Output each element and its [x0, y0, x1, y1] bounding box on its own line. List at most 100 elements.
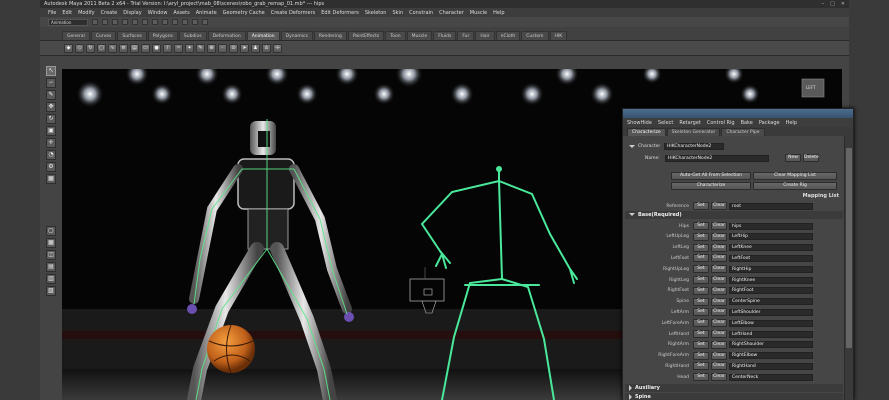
- last-tool-icon[interactable]: ▦: [46, 174, 56, 184]
- cc-menu-package[interactable]: Package: [759, 120, 780, 126]
- rotate-tool-icon[interactable]: ↻: [46, 114, 56, 124]
- mapping-set-button[interactable]: Set: [693, 319, 709, 328]
- shelf-tab-subdivs[interactable]: Subdivs: [178, 31, 207, 40]
- mapping-value-field[interactable]: LeftHand: [729, 330, 813, 338]
- point-constraint-icon[interactable]: ·: [218, 43, 227, 53]
- shelf-tab-painteffects[interactable]: PaintEffects: [347, 31, 385, 40]
- mapping-clear-button[interactable]: Clear: [711, 351, 727, 360]
- graph-layout-icon[interactable]: ▥: [46, 274, 56, 284]
- mapping-set-button[interactable]: Set: [693, 232, 709, 241]
- mapping-set-button[interactable]: Set: [693, 254, 709, 263]
- mapping-value-field[interactable]: LeftKnee: [729, 244, 813, 252]
- tab-skeleton-generator[interactable]: Skeleton Generator: [666, 128, 721, 136]
- create-clip-icon[interactable]: ▭: [141, 43, 150, 53]
- scrollbar-thumb[interactable]: [846, 148, 852, 348]
- orient-constraint-icon[interactable]: ⊙: [229, 43, 238, 53]
- open-scene-icon[interactable]: [102, 19, 108, 25]
- shelf-tab-polygons[interactable]: Polygons: [147, 31, 178, 40]
- menu-geometry-cache[interactable]: Geometry Cache: [223, 10, 265, 16]
- mapping-value-field[interactable]: CenterNeck: [729, 373, 813, 381]
- paint-select-tool-icon[interactable]: ✎: [46, 90, 56, 100]
- cc-menu-bake[interactable]: Bake: [741, 120, 753, 126]
- shelf-tab-surfaces[interactable]: Surfaces: [117, 31, 147, 40]
- menu-create[interactable]: Create: [101, 10, 118, 16]
- delete-button[interactable]: Delete: [803, 154, 819, 162]
- menu-window[interactable]: Window: [148, 10, 168, 16]
- save-scene-icon[interactable]: [112, 19, 118, 25]
- ik-spline-icon[interactable]: ~: [174, 43, 183, 53]
- mapping-value-field[interactable]: LeftHip: [729, 233, 813, 241]
- key-translate-icon[interactable]: ◇: [75, 43, 84, 53]
- menu-skeleton[interactable]: Skeleton: [365, 10, 387, 16]
- single-pane-layout-icon[interactable]: ▢: [46, 226, 56, 236]
- mapping-set-button[interactable]: Set: [693, 362, 709, 371]
- clear-mapping-list-button[interactable]: Clear Mapping List: [753, 172, 837, 180]
- menu-edit-deformers[interactable]: Edit Deformers: [321, 10, 359, 16]
- parent-constraint-icon[interactable]: ⊕: [207, 43, 216, 53]
- mapping-value-field[interactable]: RightHip: [729, 265, 813, 273]
- outliner-layout-icon[interactable]: ▤: [46, 262, 56, 272]
- snap-point-icon[interactable]: [172, 19, 178, 25]
- shelf-tab-general[interactable]: General: [62, 31, 90, 40]
- paint-weights-icon[interactable]: ✎: [196, 43, 205, 53]
- mapping-clear-button[interactable]: Clear: [711, 286, 727, 295]
- characterize-button[interactable]: Characterize: [671, 182, 751, 190]
- mapping-clear-button[interactable]: Clear: [711, 265, 727, 274]
- menu-edit[interactable]: Edit: [62, 10, 72, 16]
- lasso-tool-icon[interactable]: ∽: [46, 78, 56, 88]
- skeleton-generator-icon[interactable]: ☩: [273, 43, 282, 53]
- mapping-clear-button[interactable]: Clear: [711, 243, 727, 252]
- joint-tool-icon[interactable]: ●: [152, 43, 161, 53]
- menu-assets[interactable]: Assets: [173, 10, 189, 16]
- mapping-set-button[interactable]: Set: [693, 308, 709, 317]
- shelf-tab-fur[interactable]: Fur: [457, 31, 475, 40]
- cc-menu-select[interactable]: Select: [658, 120, 673, 126]
- mapping-value-field[interactable]: RightHand: [729, 362, 813, 370]
- snap-curve-icon[interactable]: [162, 19, 168, 25]
- new-button[interactable]: New: [785, 154, 801, 162]
- select-component-icon[interactable]: [142, 19, 148, 25]
- mapping-set-button[interactable]: Set: [693, 265, 709, 274]
- auto-get-all-button[interactable]: Auto-Get All From Selection: [671, 172, 751, 180]
- mapping-clear-button[interactable]: Clear: [711, 330, 727, 338]
- trax-editor-icon[interactable]: ▤: [130, 43, 139, 53]
- mapping-clear-button[interactable]: Clear: [711, 373, 727, 382]
- view-cube-label[interactable]: LEFT: [806, 85, 815, 90]
- menu-skin[interactable]: Skin: [392, 10, 403, 16]
- hik-icon[interactable]: ♟: [251, 43, 260, 53]
- shelf-tab-rendering[interactable]: Rendering: [313, 31, 347, 40]
- two-pane-layout-icon[interactable]: ◫: [46, 250, 56, 260]
- shelf-tab-muscle[interactable]: Muscle: [406, 31, 433, 40]
- mapping-value-field[interactable]: CenterSpine: [729, 298, 813, 306]
- aim-constraint-icon[interactable]: ➤: [240, 43, 249, 53]
- section-base-required[interactable]: Base(Required): [625, 211, 843, 219]
- shelf-tab-dynamics[interactable]: Dynamics: [280, 31, 313, 40]
- menu-modify[interactable]: Modify: [78, 10, 95, 16]
- ipr-render-icon[interactable]: [192, 19, 198, 25]
- mapping-set-button[interactable]: Set: [693, 222, 709, 230]
- cc-menu-help[interactable]: Help: [786, 120, 797, 126]
- tab-character-pipe[interactable]: Character Pipe: [721, 128, 765, 136]
- cc-menu-retarget[interactable]: Retarget: [679, 120, 701, 126]
- reference-set-button[interactable]: Set: [693, 202, 709, 210]
- mapping-value-field[interactable]: LeftShoulder: [729, 308, 813, 316]
- mapping-clear-button[interactable]: Clear: [711, 222, 727, 230]
- mapping-set-button[interactable]: Set: [693, 373, 709, 382]
- menu-set-selector[interactable]: Animation: [48, 18, 88, 26]
- mapping-value-field[interactable]: RightShoulder: [729, 341, 813, 349]
- mapping-value-field[interactable]: LeftFoot: [729, 254, 813, 262]
- key-rotate-icon[interactable]: ↻: [86, 43, 95, 53]
- menu-constrain[interactable]: Constrain: [409, 10, 433, 16]
- minimize-icon[interactable]: –: [822, 1, 825, 7]
- mapping-set-button[interactable]: Set: [693, 243, 709, 252]
- mapping-set-button[interactable]: Set: [693, 340, 709, 349]
- character-controls-icon[interactable]: ♙: [262, 43, 271, 53]
- reference-field[interactable]: root: [729, 202, 813, 210]
- render-settings-icon[interactable]: [202, 19, 208, 25]
- collapse-arrow-icon[interactable]: [629, 144, 635, 148]
- character-controls-titlebar[interactable]: [623, 109, 853, 118]
- mapping-set-button[interactable]: Set: [693, 351, 709, 360]
- close-icon[interactable]: ✕: [841, 1, 845, 7]
- soft-mod-icon[interactable]: ◔: [46, 150, 56, 160]
- section-spine[interactable]: Spine: [625, 393, 843, 400]
